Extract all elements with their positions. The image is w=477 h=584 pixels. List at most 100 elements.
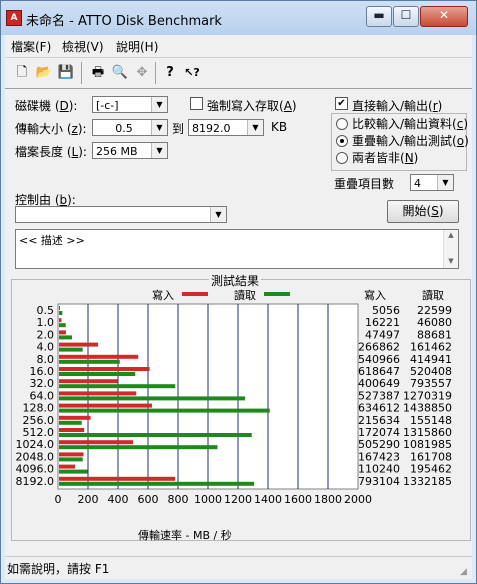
write-value-label: 618647 bbox=[358, 365, 400, 378]
read-bar bbox=[59, 323, 66, 328]
write-bar bbox=[59, 428, 85, 432]
x-tick-label: 0 bbox=[55, 493, 62, 506]
write-value-label: 793104 bbox=[358, 475, 400, 488]
read-bar bbox=[59, 433, 252, 437]
menu-file[interactable]: 檔案(F) bbox=[11, 38, 51, 55]
write-value-label: 505290 bbox=[358, 438, 400, 451]
write-bar bbox=[59, 464, 76, 469]
description-scrollbar[interactable]: ▲ ▼ bbox=[443, 230, 458, 268]
queue-depth-label: 重疊項目數 bbox=[334, 177, 395, 191]
write-bar bbox=[59, 367, 150, 371]
description-field[interactable]: << 描述 >> ▲ ▼ bbox=[15, 229, 459, 269]
minimize-button[interactable]: ▬ bbox=[366, 6, 392, 27]
x-axis-label: 傳輸速率 - MB / 秒 bbox=[138, 529, 232, 542]
x-tick-label: 200 bbox=[78, 493, 99, 506]
queue-depth-select[interactable]: 4 ▼ bbox=[410, 174, 454, 191]
new-icon[interactable]: 🗋 bbox=[11, 62, 33, 84]
y-tick-label: 1.0 bbox=[37, 316, 55, 329]
y-tick-label: 8192.0 bbox=[16, 475, 55, 488]
description-text: << 描述 >> bbox=[19, 234, 85, 247]
about-icon[interactable]: ? bbox=[159, 62, 181, 84]
write-value-label: 110240 bbox=[358, 463, 400, 476]
write-value-label: 215634 bbox=[358, 414, 400, 427]
kb-label: KB bbox=[271, 120, 288, 134]
file-length-select[interactable]: 256 MB ▼ bbox=[92, 142, 168, 159]
toolbar-separator bbox=[81, 62, 82, 84]
x-tick-label: 1600 bbox=[284, 493, 312, 506]
force-write-label: 強制寫入存取(A) bbox=[207, 99, 297, 113]
controlled-by-select[interactable]: ▼ bbox=[15, 206, 227, 223]
x-tick-label: 1000 bbox=[194, 493, 222, 506]
close-button[interactable]: ✕ bbox=[420, 6, 468, 27]
menu-help[interactable]: 說明(H) bbox=[116, 38, 158, 55]
y-tick-label: 512.0 bbox=[23, 426, 55, 439]
read-value-label: 414941 bbox=[410, 353, 452, 366]
read-value-label: 155148 bbox=[410, 414, 452, 427]
transfer-to-select[interactable]: 8192.0 ▼ bbox=[188, 119, 264, 136]
chevron-down-icon: ▼ bbox=[151, 97, 167, 112]
save-icon[interactable]: 💾 bbox=[55, 62, 77, 84]
to-label: 到 bbox=[172, 122, 185, 136]
read-value-label: 195462 bbox=[410, 463, 452, 476]
read-bar bbox=[59, 408, 270, 413]
transfer-size-label: 傳輸大小 (z): bbox=[15, 122, 87, 136]
legend-write-swatch bbox=[182, 292, 208, 296]
scroll-up-icon: ▲ bbox=[448, 231, 454, 239]
read-value-label: 88681 bbox=[417, 328, 452, 341]
context-help-icon[interactable]: ↖? bbox=[181, 62, 203, 84]
write-bar bbox=[59, 330, 66, 335]
write-value-label: 400649 bbox=[358, 377, 400, 390]
write-bar bbox=[59, 403, 152, 408]
compare-io-label: 比較輸入/輸出資料(c) bbox=[352, 117, 469, 131]
write-value-label: 167423 bbox=[358, 450, 400, 463]
y-tick-label: 256.0 bbox=[23, 414, 55, 427]
read-bar bbox=[59, 396, 246, 401]
transfer-from-select[interactable]: 0.5 ▼ bbox=[92, 119, 168, 136]
direct-io-checkbox[interactable]: ✔ bbox=[335, 97, 348, 110]
print-icon[interactable]: 🖶 bbox=[87, 62, 109, 84]
title-bar: A 未命名 - ATTO Disk Benchmark ▬ ☐ ✕ bbox=[1, 1, 476, 35]
compare-io-radio[interactable] bbox=[336, 118, 348, 130]
read-value-label: 22599 bbox=[417, 304, 452, 317]
chevron-down-icon: ▼ bbox=[151, 143, 167, 158]
status-text: 如需說明，請按 F1 bbox=[7, 562, 110, 576]
write-bar bbox=[59, 415, 91, 420]
write-bar bbox=[59, 342, 99, 347]
overlapped-io-label: 重疊輸入/輸出測試(o) bbox=[352, 134, 469, 148]
force-write-checkbox[interactable] bbox=[190, 97, 203, 110]
y-tick-label: 32.0 bbox=[30, 377, 55, 390]
write-bar bbox=[59, 476, 176, 481]
app-icon[interactable]: A bbox=[6, 10, 22, 26]
write-value-label: 172074 bbox=[358, 426, 400, 439]
menu-bar: 檔案(F) 檢視(V) 說明(H) bbox=[5, 35, 472, 55]
open-folder-icon[interactable]: 📂 bbox=[33, 62, 55, 84]
y-tick-label: 4096.0 bbox=[16, 463, 55, 476]
y-tick-label: 1024.0 bbox=[16, 438, 55, 451]
write-value-label: 634612 bbox=[358, 402, 400, 415]
read-value-label: 1315860 bbox=[403, 426, 452, 439]
write-value-label: 16221 bbox=[365, 316, 400, 329]
neither-radio[interactable] bbox=[336, 152, 348, 164]
print-preview-icon[interactable]: 🔍 bbox=[109, 62, 131, 84]
drive-select[interactable]: [-c-] ▼ bbox=[92, 96, 168, 113]
write-bar bbox=[59, 354, 139, 359]
read-bar bbox=[59, 347, 83, 352]
read-bar bbox=[59, 359, 120, 364]
legend-read-swatch bbox=[264, 292, 290, 296]
start-button[interactable]: 開始(S) bbox=[387, 200, 459, 223]
read-value-label: 1081985 bbox=[403, 438, 452, 451]
menu-view[interactable]: 檢視(V) bbox=[62, 38, 104, 55]
direct-io-label: 直接輸入/輸出(r) bbox=[352, 99, 443, 113]
y-tick-label: 128.0 bbox=[23, 402, 55, 415]
read-value-label: 1270319 bbox=[403, 389, 452, 402]
y-tick-label: 16.0 bbox=[30, 365, 55, 378]
write-bar bbox=[59, 440, 134, 445]
maximize-button[interactable]: ☐ bbox=[393, 6, 419, 27]
write-bar bbox=[59, 452, 84, 457]
resize-grip-icon[interactable]: ◢ bbox=[460, 567, 470, 577]
read-bar bbox=[59, 469, 88, 474]
overlapped-io-radio[interactable] bbox=[336, 135, 348, 147]
write-value-label: 266862 bbox=[358, 341, 400, 354]
write-value-label: 527387 bbox=[358, 389, 400, 402]
write-bar bbox=[59, 391, 137, 396]
